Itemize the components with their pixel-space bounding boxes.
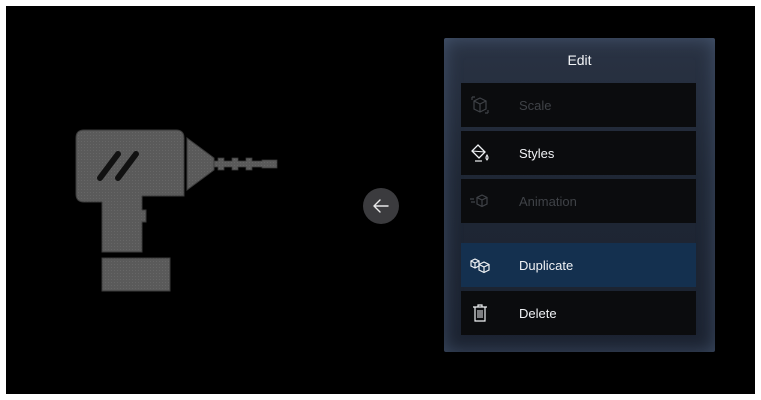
cube-scale-icon xyxy=(461,83,499,127)
trash-icon xyxy=(461,291,499,335)
styles-button[interactable]: Styles xyxy=(461,131,696,175)
animation-label: Animation xyxy=(519,193,577,209)
arrow-left-icon xyxy=(373,199,389,213)
paint-bucket-icon xyxy=(461,131,499,175)
drill-model[interactable] xyxy=(66,126,286,296)
delete-button[interactable]: Delete xyxy=(461,291,696,335)
back-button[interactable] xyxy=(363,188,399,224)
duplicate-label: Duplicate xyxy=(519,257,574,273)
duplicate-button[interactable]: Duplicate xyxy=(461,243,696,287)
scale-button[interactable]: Scale xyxy=(461,83,696,127)
duplicate-cubes-icon xyxy=(461,243,499,287)
delete-label: Delete xyxy=(519,305,557,321)
edit-panel: Edit Scale Styles Animation Duplicate De… xyxy=(444,38,715,352)
animation-button[interactable]: Animation xyxy=(461,179,696,223)
scale-label: Scale xyxy=(519,97,552,113)
panel-title: Edit xyxy=(567,52,592,68)
styles-label: Styles xyxy=(519,145,555,161)
animation-icon xyxy=(461,179,499,223)
mixed-reality-viewport: Edit Scale Styles Animation Duplicate De… xyxy=(6,6,755,394)
